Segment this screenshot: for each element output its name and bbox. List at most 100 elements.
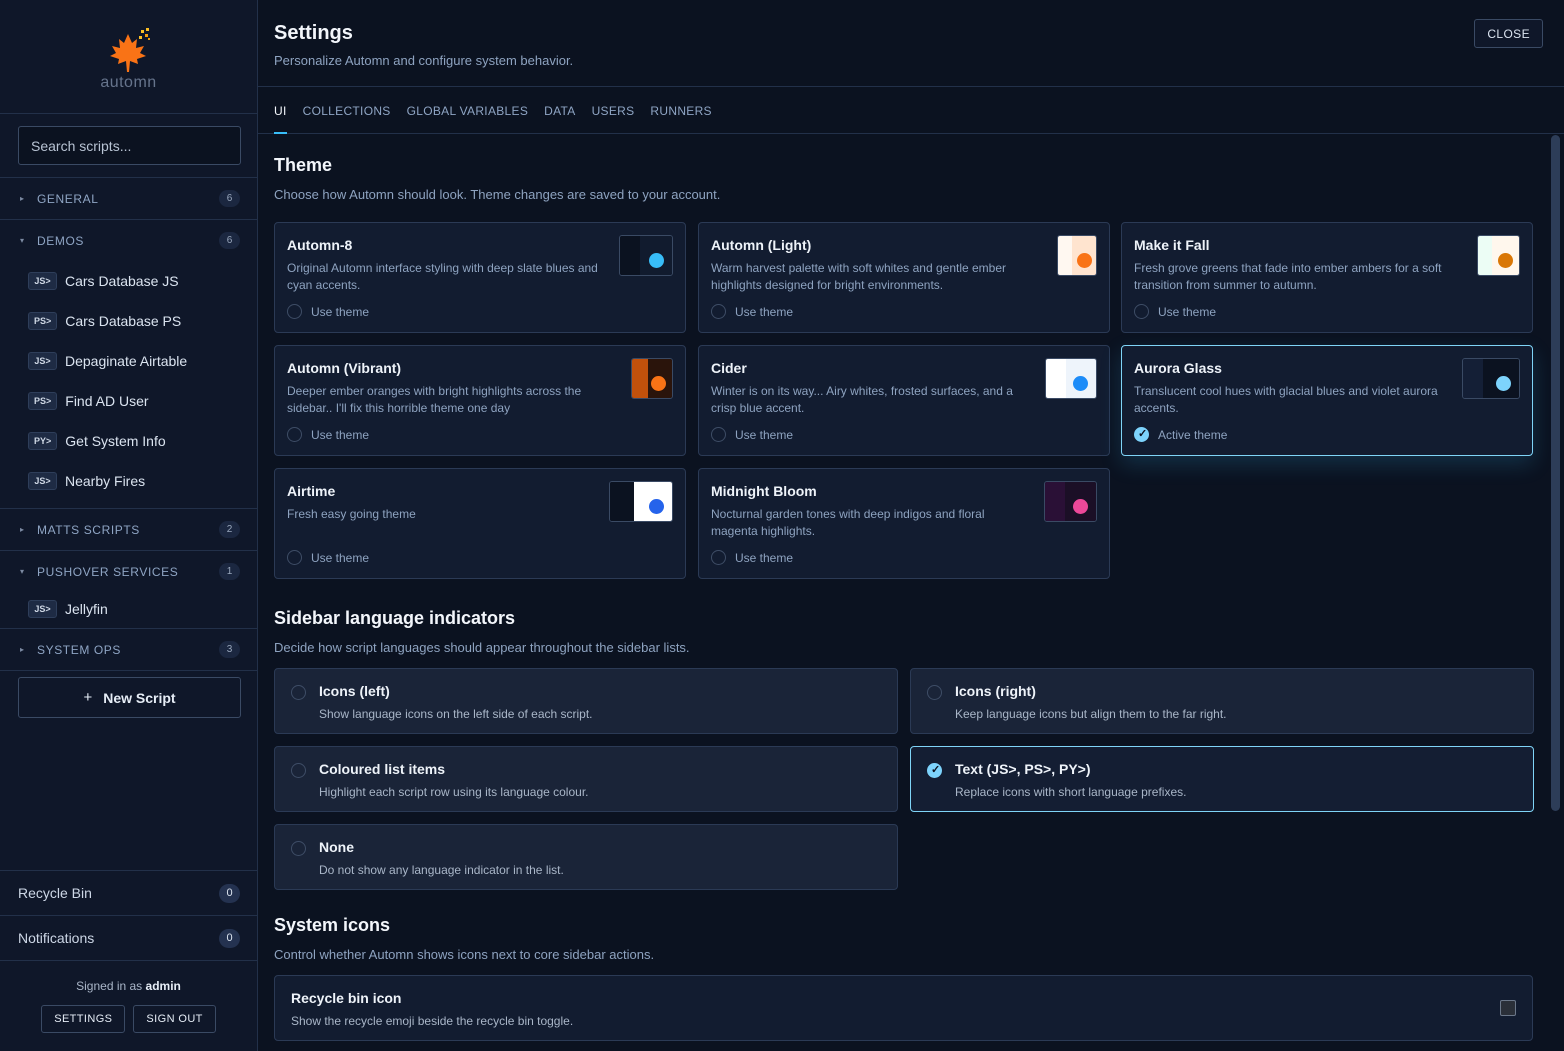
theme-card-midnight-bloom[interactable]: Midnight Bloom Nocturnal garden tones wi… <box>698 468 1110 579</box>
sign-out-button[interactable]: SIGN OUT <box>133 1005 216 1033</box>
script-item[interactable]: PY> Get System Info <box>0 421 257 461</box>
logo-text: automn <box>100 73 157 91</box>
caret-right-icon: ▸ <box>20 194 25 203</box>
group-header-system-ops[interactable]: ▸ SYSTEM OPS 3 <box>0 629 257 670</box>
option-title: Icons (left) <box>319 683 390 699</box>
count-badge: 3 <box>219 641 240 658</box>
group-header-pushover-services[interactable]: ▾ PUSHOVER SERVICES 1 <box>0 551 257 592</box>
caret-down-icon: ▾ <box>20 236 25 245</box>
script-name: Cars Database PS <box>65 313 182 329</box>
tab-global-variables[interactable]: GLOBAL VARIABLES <box>407 87 529 134</box>
theme-swatch <box>1477 235 1520 276</box>
group-header-demos[interactable]: ▾ DEMOS 6 <box>0 220 257 261</box>
use-theme-label: Use theme <box>311 427 370 442</box>
recycle-bin-icon-checkbox[interactable] <box>1500 1000 1516 1016</box>
theme-description: Warm harvest palette with soft whites an… <box>711 261 1007 292</box>
sidebar: automn ▸ GENERAL 6 ▾ DEMOS 6 JS> Cars Da… <box>0 0 258 1051</box>
scrollbar[interactable] <box>1551 135 1560 811</box>
active-theme-indicator[interactable]: Active theme <box>1134 427 1227 442</box>
page-subtitle: Personalize Automn and configure system … <box>274 53 574 68</box>
use-theme-label: Use theme <box>311 550 370 565</box>
use-theme-option[interactable]: Use theme <box>711 550 793 565</box>
radio-icon <box>927 685 942 700</box>
new-script-button[interactable]: + New Script <box>18 677 241 718</box>
search-container <box>0 114 257 178</box>
script-item[interactable]: JS> Jellyfin <box>0 592 257 626</box>
use-theme-option[interactable]: Use theme <box>287 304 369 319</box>
use-theme-option[interactable]: Use theme <box>711 427 793 442</box>
option-coloured-list-items[interactable]: Coloured list items Highlight each scrip… <box>274 746 898 812</box>
recycle-bin-count: 0 <box>219 883 240 903</box>
option-icons-left[interactable]: Icons (left) Show language icons on the … <box>274 668 898 734</box>
theme-card-automn-8[interactable]: Automn-8 Original Automn interface styli… <box>274 222 686 333</box>
language-options: Icons (left) Show language icons on the … <box>274 668 1534 890</box>
tab-ui[interactable]: UI <box>274 87 287 134</box>
check-circle-icon <box>1134 427 1149 442</box>
recycle-bin-label: Recycle Bin <box>18 885 92 901</box>
recycle-bin-toggle[interactable]: Recycle Bin 0 <box>0 870 257 915</box>
script-item[interactable]: JS> Depaginate Airtable <box>0 341 257 381</box>
group-pushover-services: ▾ PUSHOVER SERVICES 1 JS> Jellyfin <box>0 551 257 629</box>
lang-tag: JS> <box>28 272 57 290</box>
recycle-bin-icon-setting: Recycle bin icon Show the recycle emoji … <box>274 975 1533 1041</box>
theme-card-make-it-fall[interactable]: Make it Fall Fresh grove greens that fad… <box>1121 222 1533 333</box>
theme-card-cider[interactable]: Cider Winter is on its way... Airy white… <box>698 345 1110 456</box>
count-badge: 1 <box>219 563 240 580</box>
theme-card-automn-light[interactable]: Automn (Light) Warm harvest palette with… <box>698 222 1110 333</box>
option-none[interactable]: None Do not show any language indicator … <box>274 824 898 890</box>
theme-description: Winter is on its way... Airy whites, fro… <box>711 384 1013 415</box>
theme-description: Deeper ember oranges with bright highlig… <box>287 384 582 415</box>
use-theme-option[interactable]: Use theme <box>287 427 369 442</box>
script-item[interactable]: JS> Cars Database JS <box>0 261 257 301</box>
use-theme-option[interactable]: Use theme <box>1134 304 1216 319</box>
theme-section-title: Theme <box>274 155 333 175</box>
group-title: SYSTEM OPS <box>37 642 122 657</box>
option-description: Highlight each script row using its lang… <box>319 785 589 799</box>
use-theme-label: Use theme <box>311 304 370 319</box>
option-description: Replace icons with short language prefix… <box>955 785 1187 799</box>
tab-runners[interactable]: RUNNERS <box>650 87 711 134</box>
use-theme-option[interactable]: Use theme <box>287 550 369 565</box>
theme-name: Automn (Light) <box>711 237 812 253</box>
count-badge: 6 <box>219 232 240 249</box>
tab-data[interactable]: DATA <box>544 87 575 134</box>
count-badge: 6 <box>219 190 240 207</box>
option-icons-right[interactable]: Icons (right) Keep language icons but al… <box>910 668 1534 734</box>
theme-swatch <box>1462 358 1520 399</box>
script-item[interactable]: PS> Cars Database PS <box>0 301 257 341</box>
group-general: ▸ GENERAL 6 <box>0 178 257 220</box>
group-header-general[interactable]: ▸ GENERAL 6 <box>0 178 257 219</box>
radio-icon <box>711 427 726 442</box>
script-item[interactable]: JS> Nearby Fires <box>0 461 257 501</box>
theme-swatch <box>1044 481 1097 522</box>
search-input[interactable] <box>18 126 241 165</box>
lang-tag: PY> <box>28 432 58 450</box>
group-header-matts-scripts[interactable]: ▸ MATTS SCRIPTS 2 <box>0 509 257 550</box>
tab-users[interactable]: USERS <box>592 87 635 134</box>
theme-card-automn-vibrant[interactable]: Automn (Vibrant) Deeper ember oranges wi… <box>274 345 686 456</box>
settings-button[interactable]: SETTINGS <box>41 1005 126 1033</box>
radio-icon <box>287 550 302 565</box>
caret-right-icon: ▸ <box>20 525 25 534</box>
use-theme-option[interactable]: Use theme <box>711 304 793 319</box>
lang-tag: PS> <box>28 392 58 410</box>
setting-description: Show the recycle emoji beside the recycl… <box>291 1014 574 1028</box>
notifications-toggle[interactable]: Notifications 0 <box>0 915 257 960</box>
script-name: Get System Info <box>65 433 166 449</box>
theme-swatch <box>1045 358 1097 399</box>
theme-card-aurora-glass[interactable]: Aurora Glass Translucent cool hues with … <box>1121 345 1533 456</box>
group-system-ops: ▸ SYSTEM OPS 3 <box>0 629 257 671</box>
tab-collections[interactable]: COLLECTIONS <box>303 87 391 134</box>
plus-icon: + <box>83 689 93 706</box>
script-item[interactable]: PS> Find AD User <box>0 381 257 421</box>
theme-description: Fresh grove greens that fade into ember … <box>1134 261 1442 292</box>
system-icons-section-title: System icons <box>274 915 391 935</box>
signed-in-user: admin <box>145 979 181 993</box>
option-text-prefixes[interactable]: Text (JS>, PS>, PY>) Replace icons with … <box>910 746 1534 812</box>
maple-leaf-icon <box>104 26 154 76</box>
option-title: None <box>319 839 354 855</box>
theme-card-airtime[interactable]: Airtime Fresh easy going theme Use theme <box>274 468 686 579</box>
close-button[interactable]: CLOSE <box>1474 19 1543 48</box>
theme-section-subtitle: Choose how Automn should look. Theme cha… <box>274 187 721 202</box>
app-logo[interactable]: automn <box>0 0 257 114</box>
